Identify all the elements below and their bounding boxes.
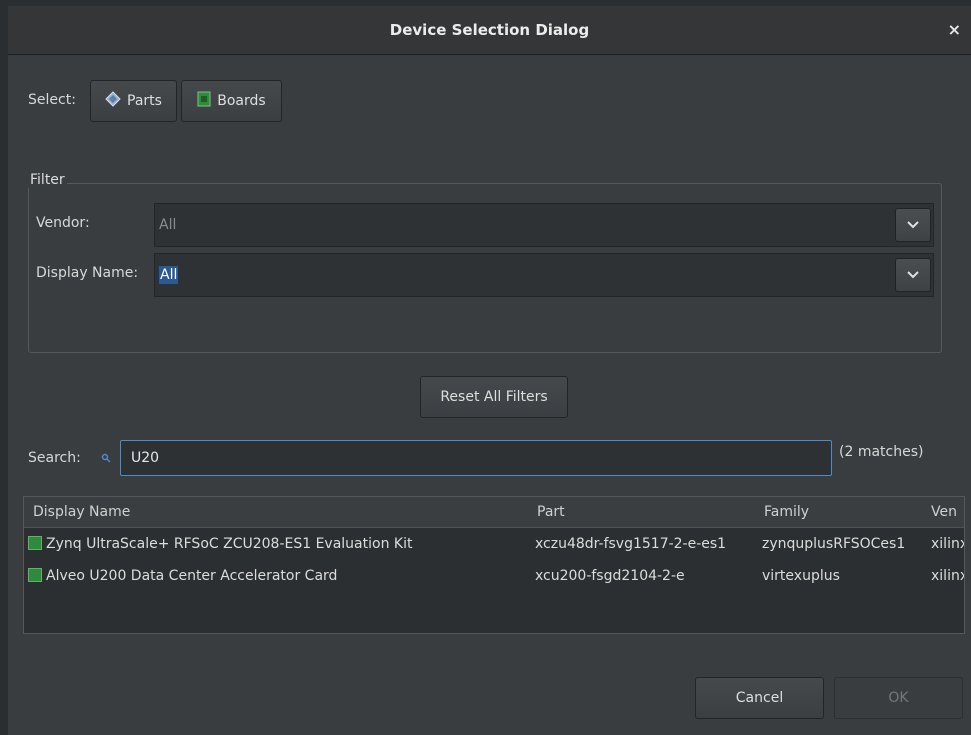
table-header: Display Name Part Family Ven <box>24 497 964 528</box>
search-label: Search: <box>28 450 81 466</box>
board-icon <box>28 568 42 582</box>
column-header-part[interactable]: Part <box>537 497 565 527</box>
reset-filters-button[interactable]: Reset All Filters <box>420 376 568 418</box>
title-bar: Device Selection Dialog × <box>8 6 971 55</box>
dialog-body: Select: Parts Boards Filter Vendor: All … <box>8 55 971 735</box>
results-table: Display Name Part Family Ven Zynq UltraS… <box>23 496 965 634</box>
cell-display-name: Zynq UltraScale+ RFSoC ZCU208-ES1 Evalua… <box>28 528 528 560</box>
search-icon[interactable] <box>101 451 111 467</box>
match-count: (2 matches) <box>839 444 924 460</box>
board-icon <box>28 536 42 550</box>
row-name: Zynq UltraScale+ RFSoC ZCU208-ES1 Evalua… <box>46 536 413 552</box>
window-title: Device Selection Dialog <box>389 21 590 39</box>
vendor-value: All <box>159 217 177 233</box>
table-row[interactable]: Alveo U200 Data Center Accelerator Card … <box>24 560 964 592</box>
cell-family: virtexuplus <box>762 568 840 584</box>
display-name-dropdown[interactable]: All <box>154 253 934 297</box>
cell-display-name: Alveo U200 Data Center Accelerator Card <box>28 560 528 592</box>
chevron-down-icon[interactable] <box>895 208 931 242</box>
parts-button[interactable]: Parts <box>90 80 177 122</box>
select-label: Select: <box>28 92 76 108</box>
table-row[interactable]: Zynq UltraScale+ RFSoC ZCU208-ES1 Evalua… <box>24 528 964 560</box>
cell-family: zynquplusRFSOCes1 <box>762 536 906 552</box>
column-header-display-name[interactable]: Display Name <box>33 497 130 527</box>
chip-icon <box>105 91 121 111</box>
chevron-down-icon[interactable] <box>895 258 931 292</box>
column-header-vendor[interactable]: Ven <box>931 497 957 527</box>
close-icon[interactable]: × <box>948 6 961 54</box>
vendor-label: Vendor: <box>36 215 90 231</box>
vendor-dropdown[interactable]: All <box>154 203 934 247</box>
search-input[interactable]: U20 <box>120 440 832 476</box>
display-name-label: Display Name: <box>36 265 139 281</box>
parts-label: Parts <box>127 93 162 109</box>
search-input-value: U20 <box>131 450 160 466</box>
cancel-button[interactable]: Cancel <box>695 677 824 719</box>
cell-vendor: xilinx <box>931 536 965 552</box>
boards-button[interactable]: Boards <box>181 80 282 122</box>
display-name-value: All <box>159 254 179 296</box>
filter-legend: Filter <box>28 172 67 188</box>
column-header-family[interactable]: Family <box>764 497 809 527</box>
cell-part: xcu200-fsgd2104-2-e <box>535 568 685 584</box>
row-name: Alveo U200 Data Center Accelerator Card <box>46 568 338 584</box>
cell-vendor: xilinx <box>931 568 965 584</box>
board-icon <box>197 91 211 111</box>
ok-button[interactable]: OK <box>834 677 963 719</box>
display-name-selected-text: All <box>159 266 179 284</box>
boards-label: Boards <box>217 93 266 109</box>
cell-part: xczu48dr-fsvg1517-2-e-es1 <box>535 536 727 552</box>
